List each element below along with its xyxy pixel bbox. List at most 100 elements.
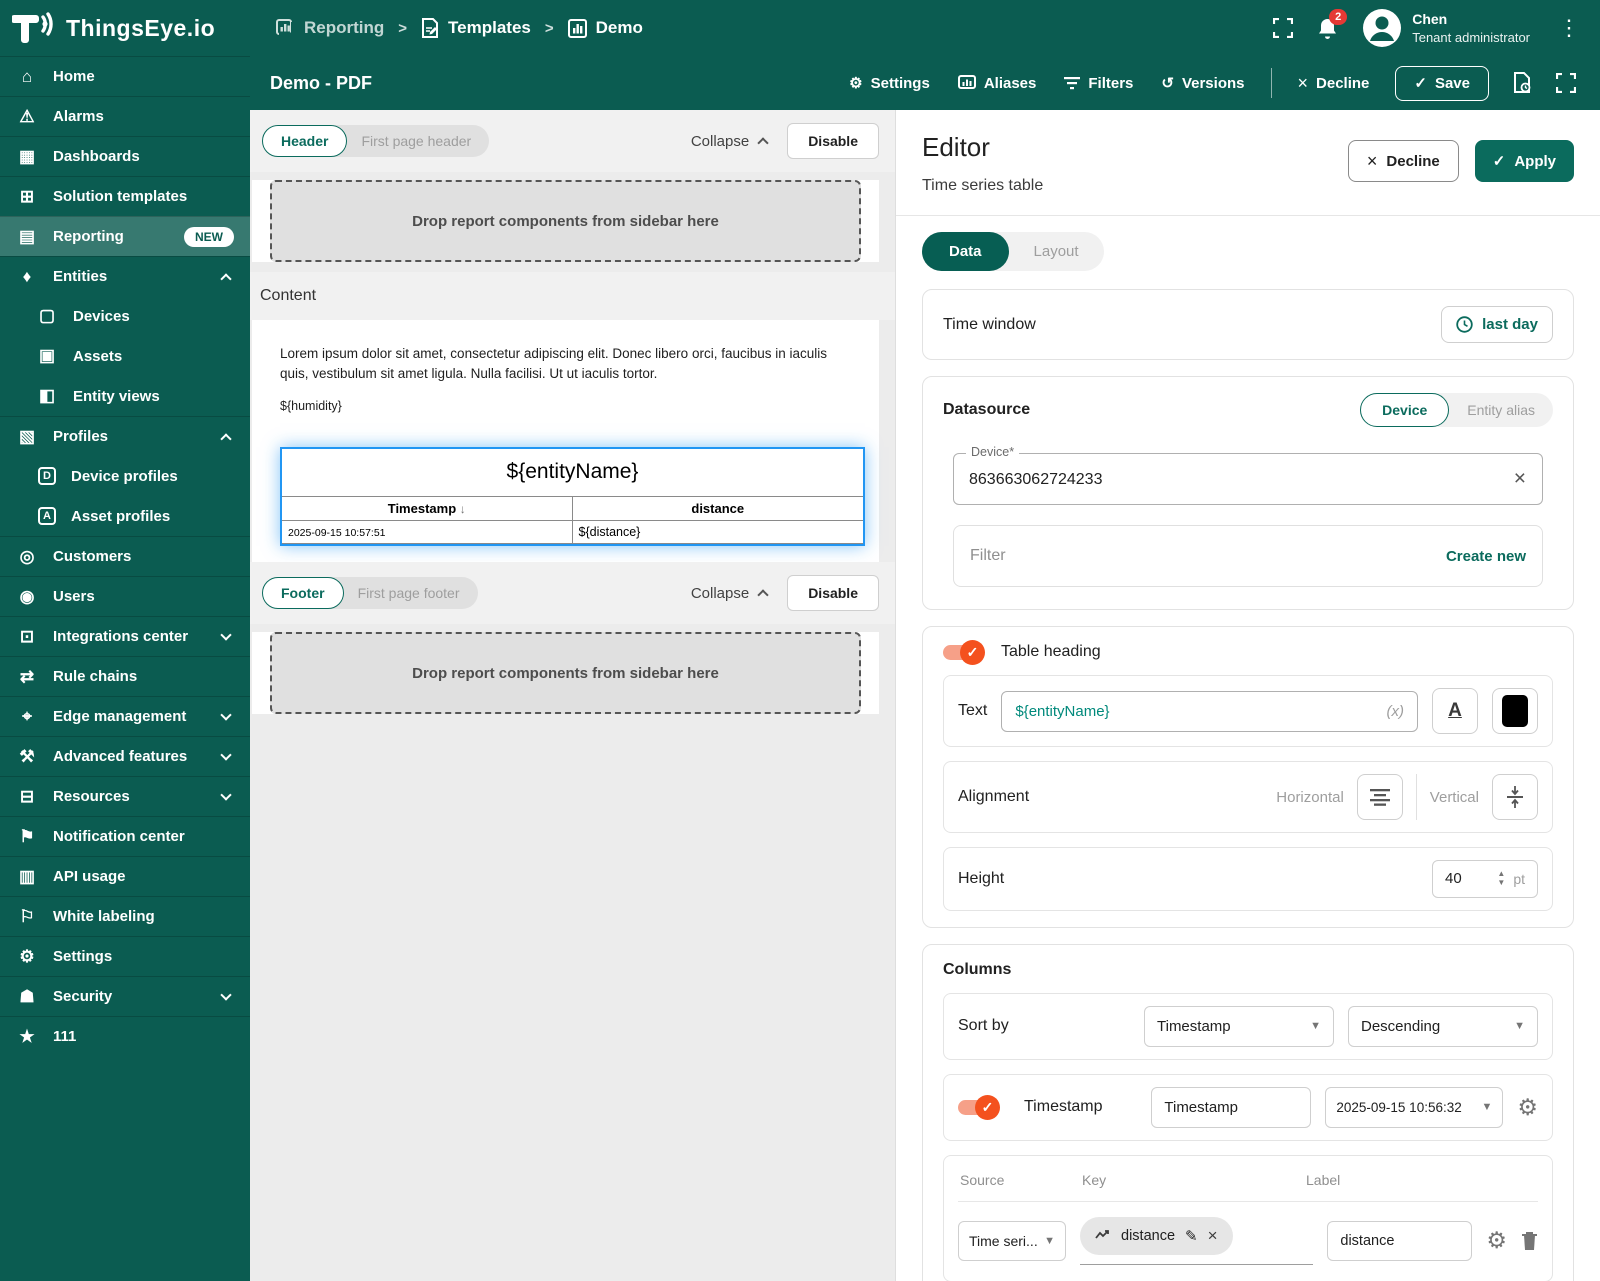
content-paragraph[interactable]: Lorem ipsum dolor sit amet, consectetur … <box>280 344 840 383</box>
header-dropzone[interactable]: Drop report components from sidebar here <box>270 180 861 262</box>
filter-field[interactable]: Filter Create new <box>953 525 1543 587</box>
humidity-placeholder[interactable]: ${humidity} <box>280 399 851 413</box>
horizontal-align-button[interactable] <box>1356 774 1403 820</box>
tab-data[interactable]: Data <box>922 232 1009 271</box>
timestamp-format-select[interactable]: 2025-09-15 10:56:32 ▼ <box>1325 1086 1504 1128</box>
fullscreen-icon[interactable] <box>1546 65 1586 101</box>
first-page-header-chip[interactable]: First page header <box>347 126 489 156</box>
sidebar-item-api-usage[interactable]: ▥ API usage <box>0 856 250 896</box>
align-center-icon <box>1369 788 1391 806</box>
sort-by-label: Sort by <box>958 1017 1009 1035</box>
delete-column-icon[interactable] <box>1521 1231 1538 1251</box>
footer-page-area: Drop report components from sidebar here <box>252 632 879 714</box>
sidebar-item-alarms[interactable]: ⚠ Alarms <box>0 96 250 136</box>
sidebar-item-customers[interactable]: ◎ Customers <box>0 536 250 576</box>
avatar <box>1362 8 1402 48</box>
editor-decline-button[interactable]: × Decline <box>1347 140 1459 182</box>
header-collapse-button[interactable]: Collapse <box>691 133 769 150</box>
sidebar-item-profiles[interactable]: ▧ Profiles <box>0 416 250 456</box>
sidebar-item-dashboards[interactable]: ▦ Dashboards <box>0 136 250 176</box>
sidebar-item-device-profiles[interactable]: D Device profiles <box>0 456 250 496</box>
time-window-button[interactable]: last day <box>1441 306 1553 343</box>
sidebar-item-settings[interactable]: ⚙ Settings <box>0 936 250 976</box>
key-source-select[interactable]: Time seri... ▼ <box>958 1220 1066 1261</box>
datasource-type-entity-alias[interactable]: Entity alias <box>1449 394 1553 426</box>
time-series-table-widget[interactable]: ${entityName} Timestamp ↓ distance 2025-… <box>280 447 865 547</box>
editor-apply-button[interactable]: ✓ Apply <box>1474 140 1574 182</box>
sidebar-item-white-labeling[interactable]: ⚐ White labeling <box>0 896 250 936</box>
sidebar-item-entities[interactable]: ♦ Entities <box>0 256 250 296</box>
breadcrumb-reporting[interactable]: Reporting <box>276 18 384 38</box>
heading-text-input[interactable]: ${entityName} (x) <box>1001 690 1418 732</box>
versions-button[interactable]: ↺ Versions <box>1149 66 1256 100</box>
height-input[interactable]: 40 ▲ ▼ pt <box>1432 860 1538 898</box>
device-field[interactable]: Device* 863663062724233 × <box>953 445 1543 505</box>
timestamp-toggle[interactable]: ✓ <box>958 1094 1000 1120</box>
clear-device-icon[interactable]: × <box>1514 467 1526 491</box>
widget-col-distance[interactable]: distance <box>573 497 864 520</box>
footer-collapse-button[interactable]: Collapse <box>691 585 769 602</box>
sidebar-item-solution-templates[interactable]: ⊞ Solution templates <box>0 176 250 216</box>
notification-icon: ⚑ <box>19 826 35 846</box>
sidebar-item-integrations-center[interactable]: ⊡ Integrations center <box>0 616 250 656</box>
footer-tag[interactable]: Footer <box>262 577 344 609</box>
first-page-footer-chip[interactable]: First page footer <box>344 578 478 608</box>
report-canvas: Header First page header Collapse Disabl… <box>250 110 895 1281</box>
key-chip[interactable]: distance ✎ × <box>1080 1216 1233 1255</box>
alignment-label: Alignment <box>958 788 1030 805</box>
header-disable-button[interactable]: Disable <box>787 123 879 159</box>
column-settings-gear-icon[interactable]: ⚙ <box>1486 1229 1507 1252</box>
editor-subtitle: Time series table <box>922 177 1044 194</box>
timestamp-title-input[interactable]: Timestamp <box>1151 1086 1312 1128</box>
font-settings-button[interactable]: A <box>1432 688 1478 734</box>
app-logo[interactable]: ThingsEye.io <box>0 11 250 45</box>
header-tag[interactable]: Header <box>262 125 348 157</box>
stepper-icons[interactable]: ▲ ▼ <box>1497 869 1505 888</box>
sidebar-item-advanced-features[interactable]: ⚒ Advanced features <box>0 736 250 776</box>
create-new-filter-link[interactable]: Create new <box>1446 548 1526 565</box>
breadcrumb-demo[interactable]: Demo <box>567 18 643 38</box>
sort-order-select[interactable]: Descending ▼ <box>1348 1005 1538 1047</box>
footer-dropzone[interactable]: Drop report components from sidebar here <box>270 632 861 714</box>
sidebar-item-security[interactable]: ☗ Security <box>0 976 250 1016</box>
sidebar-item-111[interactable]: ★ 111 <box>0 1016 250 1056</box>
footer-disable-button[interactable]: Disable <box>787 575 879 611</box>
table-heading-toggle[interactable]: ✓ <box>943 639 985 665</box>
sidebar-item-home[interactable]: ⌂ Home <box>0 56 250 96</box>
sidebar-item-entity-views[interactable]: ◧ Entity views <box>0 376 250 416</box>
remove-key-icon[interactable]: × <box>1208 1226 1218 1246</box>
save-button[interactable]: ✓ Save <box>1395 65 1489 101</box>
fullscreen-icon[interactable] <box>1273 18 1294 38</box>
entities-icon: ♦ <box>22 266 32 286</box>
sidebar-item-assets[interactable]: ▣ Assets <box>0 336 250 376</box>
content-section-label: Content <box>260 287 317 304</box>
filters-button[interactable]: Filters <box>1052 67 1145 100</box>
sidebar-item-edge-management[interactable]: ⌖ Edge management <box>0 696 250 736</box>
user-menu[interactable]: Chen Tenant administrator <box>1362 8 1530 48</box>
aliases-button[interactable]: Aliases <box>946 67 1049 100</box>
decline-button[interactable]: × Decline <box>1286 66 1382 100</box>
tab-layout[interactable]: Layout <box>1009 232 1104 271</box>
settings-button[interactable]: ⚙ Settings <box>837 66 942 100</box>
notifications-bell[interactable]: 2 <box>1317 8 1348 40</box>
datasource-type-device[interactable]: Device <box>1360 393 1450 427</box>
sidebar-item-rule-chains[interactable]: ⇄ Rule chains <box>0 656 250 696</box>
generate-report-icon[interactable] <box>1503 64 1542 102</box>
fx-icon[interactable]: (x) <box>1387 703 1405 720</box>
breadcrumb-templates[interactable]: Templates <box>421 18 531 38</box>
sidebar-item-asset-profiles[interactable]: A Asset profiles <box>0 496 250 536</box>
widget-col-timestamp[interactable]: Timestamp ↓ <box>282 497 573 521</box>
sidebar-item-resources[interactable]: ⊟ Resources <box>0 776 250 816</box>
edit-pencil-icon[interactable]: ✎ <box>1185 1227 1198 1245</box>
vertical-align-button[interactable] <box>1492 774 1538 820</box>
sidebar-item-reporting[interactable]: ▤ Reporting NEW <box>0 216 250 256</box>
font-color-button[interactable] <box>1492 688 1538 734</box>
more-menu-icon[interactable]: ⋮ <box>1554 17 1584 39</box>
dashboards-icon: ▦ <box>18 146 36 166</box>
key-label-input[interactable]: distance <box>1327 1220 1473 1261</box>
sidebar-item-notification-center[interactable]: ⚑ Notification center <box>0 816 250 856</box>
sort-key-select[interactable]: Timestamp ▼ <box>1144 1005 1334 1047</box>
sidebar-item-devices[interactable]: ▢ Devices <box>0 296 250 336</box>
sidebar-item-users[interactable]: ◉ Users <box>0 576 250 616</box>
timestamp-settings-gear-icon[interactable]: ⚙ <box>1517 1095 1538 1119</box>
